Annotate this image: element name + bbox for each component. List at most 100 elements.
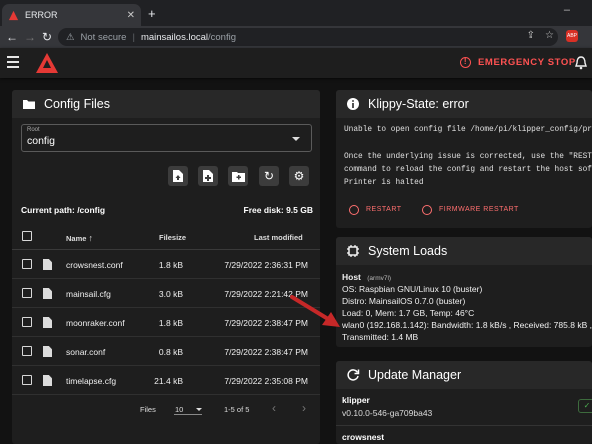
files-per-page-label: Files (140, 405, 156, 414)
chevron-down-icon (196, 408, 202, 411)
tab-close-icon[interactable]: ✕ (127, 10, 135, 21)
address-bar[interactable]: ⚠ Not secure | mainsailos.local /config (58, 28, 558, 46)
gear-icon: ⚙ (293, 169, 305, 183)
info-icon (347, 98, 359, 110)
row-checkbox[interactable] (22, 375, 32, 385)
mainsail-favicon-icon (8, 10, 19, 20)
refresh-button[interactable]: ↻ (259, 166, 279, 186)
browser-tab-bar: ERROR ✕ + – (0, 0, 592, 26)
root-select-label: Root (27, 127, 40, 133)
file-size: 0.8 kB (158, 347, 183, 357)
panel-title: System Loads (368, 244, 448, 258)
file-upload-icon (173, 170, 183, 182)
system-distro: Distro: MainsailOS 0.7.0 (buster) (342, 296, 466, 306)
chip-icon (347, 245, 359, 257)
browser-tab[interactable]: ERROR ✕ (2, 4, 141, 26)
file-icon (43, 317, 52, 328)
file-name: crowsnest.conf (66, 260, 123, 270)
klippy-state-header: Klippy-State: error (336, 90, 592, 118)
table-header: Name ↑ Filesize Last modified (12, 222, 320, 250)
refresh-icon: ↻ (263, 169, 275, 183)
upload-file-button[interactable] (168, 166, 188, 186)
url-separator: | (132, 31, 135, 43)
column-filesize[interactable]: Filesize (159, 233, 186, 242)
url-host: mainsailos.local (140, 31, 208, 43)
current-path: Current path: /config (21, 205, 106, 215)
not-secure-label: Not secure (80, 31, 127, 43)
column-name-label: Name (66, 234, 87, 243)
row-checkbox[interactable] (22, 288, 32, 298)
back-icon[interactable]: ← (6, 30, 18, 44)
forward-icon[interactable]: → (24, 30, 36, 44)
system-wlan: wlan0 (192.168.1.142): Bandwidth: 1.8 kB… (342, 320, 592, 330)
table-row[interactable]: moonraker.conf 1.8 kB 7/29/2022 2:38:47 … (12, 308, 320, 337)
per-page-value: 10 (175, 405, 184, 414)
emergency-stop-label: EMERGENCY STOP (478, 57, 576, 68)
klippy-error-line: Once the underlying issue is corrected, … (344, 153, 592, 161)
emergency-stop-button[interactable]: ! EMERGENCY STOP (460, 57, 576, 68)
table-row[interactable]: mainsail.cfg 3.0 kB 7/29/2022 2:21:42 PM (12, 279, 320, 308)
next-page-icon[interactable]: › (302, 401, 306, 415)
new-tab-button[interactable]: + (148, 6, 156, 21)
klippy-error-line: Unable to open config file /home/pi/klip… (344, 126, 592, 134)
restart-button[interactable]: RESTART (345, 201, 406, 218)
file-modified: 7/29/2022 2:21:42 PM (224, 289, 308, 299)
create-folder-button[interactable] (228, 166, 248, 186)
divider (336, 425, 592, 426)
up-to-date-check-icon[interactable]: ✓ (578, 399, 592, 413)
row-checkbox[interactable] (22, 317, 32, 327)
bookmark-star-icon[interactable]: ⇪☆ (527, 30, 564, 41)
mainsail-logo-icon[interactable] (36, 53, 58, 73)
chevron-down-icon (292, 137, 300, 141)
warning-icon[interactable]: ⚠ (66, 32, 75, 43)
create-file-button[interactable] (198, 166, 218, 186)
update-manager-panel: Update Manager klipper v0.10.0-546-ga709… (336, 361, 592, 444)
settings-button[interactable]: ⚙ (289, 166, 309, 186)
restart-icon (349, 204, 359, 215)
system-transmitted: Transmitted: 1.4 MB (342, 332, 419, 342)
bell-icon[interactable] (575, 56, 587, 70)
klippy-error-line: command to reload the config and restart… (344, 166, 592, 174)
emergency-icon: ! (460, 57, 471, 68)
table-row[interactable]: sonar.conf 0.8 kB 7/29/2022 2:38:47 PM (12, 337, 320, 366)
prev-page-icon[interactable]: ‹ (272, 401, 276, 415)
file-size: 3.0 kB (158, 289, 183, 299)
panel-title: Klippy-State: error (368, 97, 469, 111)
file-name: sonar.conf (66, 347, 106, 357)
window-controls[interactable]: – (564, 4, 586, 16)
path-row: Current path: /config Free disk: 9.5 GB (21, 205, 313, 215)
panel-title: Config Files (44, 97, 110, 111)
firmware-restart-label: FIRMWARE RESTART (439, 206, 519, 213)
app-header: ! EMERGENCY STOP (0, 48, 592, 78)
row-checkbox[interactable] (22, 346, 32, 356)
file-table: Name ↑ Filesize Last modified crowsnest.… (12, 222, 320, 395)
file-name: timelapse.cfg (66, 376, 117, 386)
klippy-error-line: Printer is halted (344, 179, 424, 187)
row-checkbox[interactable] (22, 259, 32, 269)
file-modified: 7/29/2022 2:38:47 PM (224, 318, 308, 328)
browser-toolbar: ← → ↻ ⚠ Not secure | mainsailos.local /c… (0, 26, 592, 48)
file-icon (43, 375, 52, 386)
column-last-modified[interactable]: Last modified (254, 233, 303, 242)
host-name: Host (342, 272, 361, 282)
update-manager-header: Update Manager (336, 361, 592, 389)
reload-icon[interactable]: ↻ (42, 30, 52, 44)
select-all-checkbox[interactable] (22, 231, 32, 241)
menu-icon[interactable] (7, 56, 19, 71)
restart-label: RESTART (366, 206, 402, 213)
config-files-header: Config Files (12, 90, 320, 118)
firmware-restart-button[interactable]: FIRMWARE RESTART (418, 201, 523, 218)
file-size: 21.4 kB (154, 376, 183, 386)
column-name[interactable]: Name ↑ (66, 233, 93, 243)
host-label: Host (armv7l) (342, 272, 391, 282)
update-icon (347, 369, 360, 381)
table-row[interactable]: timelapse.cfg 21.4 kB 7/29/2022 2:35:08 … (12, 366, 320, 395)
table-row[interactable]: crowsnest.conf 1.8 kB 7/29/2022 2:36:31 … (12, 250, 320, 279)
adblock-extension-icon[interactable]: ABP (566, 30, 578, 42)
file-size: 1.8 kB (158, 318, 183, 328)
file-name: mainsail.cfg (66, 289, 111, 299)
update-item-version: v0.10.0-546-ga709ba43 (342, 408, 433, 418)
root-select[interactable]: Root config (21, 124, 312, 152)
table-footer: Files 10 1-5 of 5 ‹ › (12, 397, 320, 421)
files-per-page-select[interactable]: 10 (174, 401, 202, 415)
